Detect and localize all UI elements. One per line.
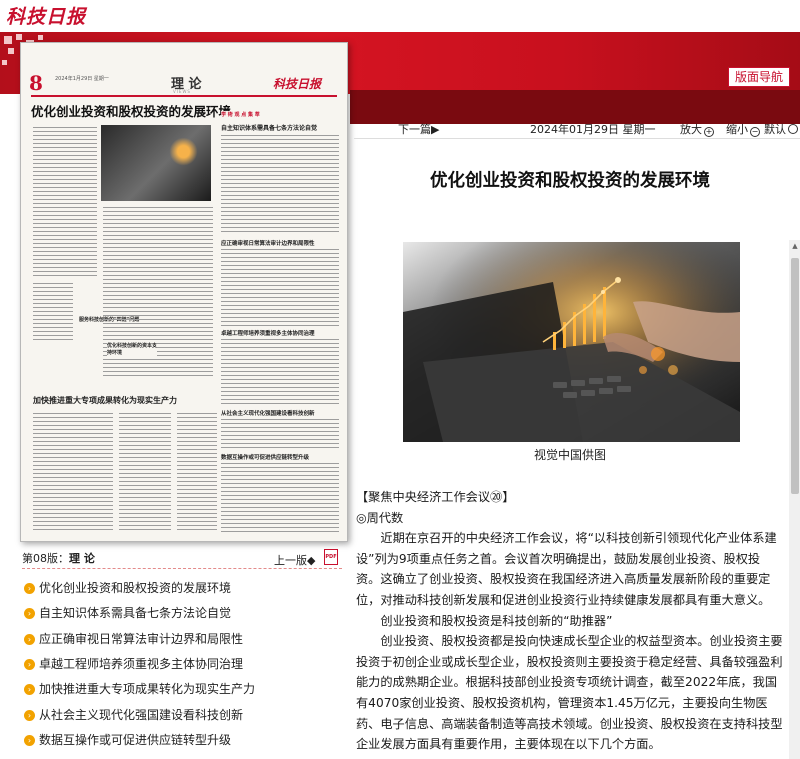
- thumbnail-photo: [101, 125, 211, 201]
- article-photo: [403, 242, 740, 442]
- scrollbar-thumb[interactable]: [791, 258, 799, 494]
- headline-item[interactable]: › 应正确审视日常算法审计边界和局限性: [24, 627, 344, 652]
- thumbnail-text-column: [33, 283, 73, 343]
- headline-link[interactable]: 卓越工程师培养须重视多主体协同治理: [39, 652, 243, 677]
- headline-item[interactable]: › 从社会主义现代化强国建设看科技创新: [24, 702, 344, 727]
- thumbnail-inner-head: 数据互操作或可促进供应链转型升级: [221, 453, 341, 461]
- thumbnail-text-column: [221, 339, 339, 407]
- thumbnail-text-column: [221, 463, 339, 533]
- radio-circle-icon: [788, 124, 798, 134]
- arrow-bullet-icon: ›: [24, 608, 35, 620]
- headline-item[interactable]: › 卓越工程师培养须重视多主体协同治理: [24, 652, 344, 677]
- zoom-out-button[interactable]: 缩小 −: [726, 121, 760, 137]
- arrow-bullet-icon: ›: [24, 709, 35, 721]
- article-body: 【聚焦中央经济工作会议⑳】 ◎周代数 近期在京召开的中央经济工作会议，将“以科技…: [356, 487, 784, 755]
- toolbar-divider: [354, 138, 800, 139]
- laptop-finance-illustration: [403, 242, 740, 442]
- next-article-link[interactable]: 下一篇▶: [398, 121, 439, 137]
- headline-item[interactable]: › 优化创业投资和股权投资的发展环境: [24, 576, 344, 601]
- article-paragraph: 创业投资、股权投资都是投向快速成长型企业的权益型资本。创业投资主要投资于初创企业…: [356, 634, 783, 752]
- thumbnail-text-column: [221, 135, 339, 235]
- scroll-up-arrow-icon[interactable]: ▲: [790, 242, 800, 252]
- thumbnail-inner-head: 加快推进重大专项成果转化为现实生产力: [33, 395, 219, 406]
- article-paragraph: 近期在京召开的中央经济工作会议，将“以科技创新引领现代化产业体系建设”列为9项重…: [356, 531, 777, 607]
- previous-page-link[interactable]: 上一版◆: [274, 552, 315, 568]
- pdf-icon[interactable]: PDF: [324, 549, 338, 565]
- headline-link[interactable]: 从社会主义现代化强国建设看科技创新: [39, 703, 243, 728]
- plus-icon: +: [704, 127, 714, 137]
- section-label: 第08版：理 论: [22, 550, 95, 566]
- thumbnail-inner-head: 应正确审视日常算法审计边界和局限性: [221, 239, 341, 247]
- headline-item[interactable]: › 数据互操作或可促进供应链转型升级: [24, 728, 344, 753]
- article-column-tag: 【聚焦中央经济工作会议⑳】: [356, 490, 515, 504]
- section-label-name: 理 论: [69, 552, 95, 565]
- arrow-bullet-icon: ›: [24, 684, 35, 696]
- thumbnail-text-column: [119, 413, 171, 533]
- thumbnail-brand: 科技日报: [273, 77, 322, 91]
- thumbnail-text-column: [177, 413, 217, 533]
- headline-divider: [22, 568, 342, 569]
- headline-item[interactable]: › 加快推进重大专项成果转化为现实生产力: [24, 677, 344, 702]
- thumbnail-section-subtitle: VIEWS: [173, 89, 191, 94]
- photo-caption: 视觉中国供图: [533, 448, 606, 462]
- minus-icon: −: [750, 127, 760, 137]
- zoom-in-button[interactable]: 放大 +: [680, 121, 714, 137]
- thumbnail-right-title: 自主知识体系需具备七条方法论自觉: [221, 123, 341, 132]
- page-navigation-button[interactable]: 版面导航: [727, 67, 790, 87]
- article-title: 优化创业投资和股权投资的发展环境: [430, 171, 710, 191]
- site-logo[interactable]: 科技日报: [6, 2, 86, 28]
- newspaper-page-thumbnail[interactable]: 8 2024年1月29日 星期一 理 论 VIEWS 科技日报 优化创业投资和股…: [20, 42, 348, 542]
- article-subheading: 创业投资和股权投资是科技创新的“助推器”: [380, 613, 613, 628]
- arrow-bullet-icon: ›: [24, 583, 35, 595]
- section-label-prefix: 第08版：: [22, 552, 69, 565]
- thumbnail-inner-head: 优化科技创新的资本支持环境: [107, 343, 158, 357]
- thumbnail-text-column: [33, 127, 97, 277]
- default-size-button[interactable]: 默认: [764, 121, 798, 137]
- arrow-bullet-icon: ›: [24, 734, 35, 746]
- headline-link[interactable]: 应正确审视日常算法审计边界和局限性: [39, 627, 243, 652]
- thumbnail-text-column: [221, 419, 339, 449]
- headline-link[interactable]: 加快推进重大专项成果转化为现实生产力: [39, 677, 255, 702]
- thumbnail-page-number: 8: [29, 71, 43, 95]
- default-size-label: 默认: [764, 123, 786, 136]
- thumbnail-lead-title[interactable]: 优化创业投资和股权投资的发展环境: [31, 101, 231, 120]
- headline-link[interactable]: 数据互操作或可促进供应链转型升级: [39, 728, 231, 753]
- article-author: ◎周代数: [356, 510, 404, 525]
- thumbnail-inner-head: 卓越工程师培养须重视多主体协同治理: [221, 329, 341, 337]
- thumbnail-date-line: 2024年1月29日 星期一: [55, 76, 109, 82]
- thumbnail-column-tag: 学 術 观 点 集 萃: [221, 111, 301, 118]
- thumbnail-text-column: [221, 249, 339, 327]
- arrow-bullet-icon: ›: [24, 659, 35, 671]
- headline-item[interactable]: › 自主知识体系需具备七条方法论自觉: [24, 601, 344, 626]
- zoom-out-label: 缩小: [726, 123, 748, 136]
- thumbnail-inner-head: 从社会主义现代化强国建设看科技创新: [221, 409, 341, 417]
- headline-list: › 优化创业投资和股权投资的发展环境 › 自主知识体系需具备七条方法论自觉 › 应正确…: [24, 576, 344, 753]
- headline-link[interactable]: 自主知识体系需具备七条方法论自觉: [39, 601, 231, 626]
- headline-link[interactable]: 优化创业投资和股权投资的发展环境: [39, 576, 231, 601]
- arrow-bullet-icon: ›: [24, 633, 35, 645]
- zoom-in-label: 放大: [680, 123, 702, 136]
- article-toolbar: 下一篇▶ 2024年01月29日 星期一 放大 + 缩小 − 默认: [354, 118, 800, 138]
- issue-date: 2024年01月29日 星期一: [530, 123, 656, 136]
- thumbnail-text-column: [33, 413, 113, 533]
